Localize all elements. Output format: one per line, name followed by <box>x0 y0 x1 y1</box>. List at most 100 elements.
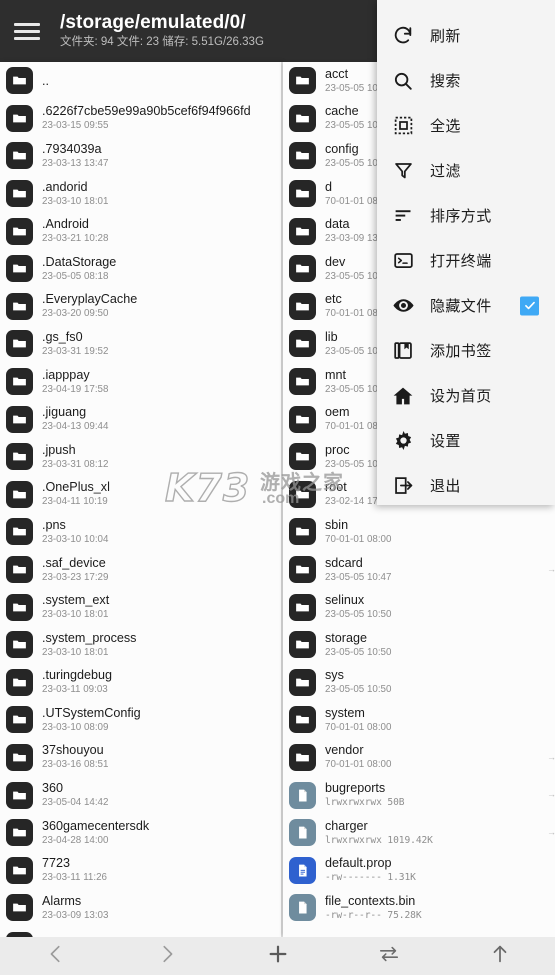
menu-item-10[interactable]: 设置 <box>377 418 555 463</box>
file-row-meta: .gs_fs0 23-03-31 19:52 <box>42 330 281 358</box>
folder-icon <box>289 593 316 621</box>
menu-item-7[interactable]: 隐藏文件 <box>377 283 555 328</box>
file-row[interactable]: bugreports lrwxrwxrwx 50B → <box>283 776 555 814</box>
folder-icon <box>6 819 33 847</box>
file-row[interactable]: .andorid 23-03-10 18:01 <box>0 175 281 213</box>
refresh-icon <box>391 24 415 48</box>
file-row[interactable]: sys 23-05-05 10:50 <box>283 664 555 702</box>
file-row[interactable]: .system_process 23-03-10 18:01 <box>0 626 281 664</box>
overflow-menu[interactable]: 刷新 搜索全选过滤 排序方式 打开终端 隐藏文件 添加书签设为首页设置 退出 <box>377 0 555 505</box>
folder-icon <box>6 217 33 245</box>
folder-icon <box>289 518 316 546</box>
menu-item-4[interactable]: 过滤 <box>377 148 555 193</box>
file-bin-icon <box>289 894 316 922</box>
file-row[interactable]: default.prop -rw------- 1.31K <box>283 851 555 889</box>
folder-icon <box>289 556 316 584</box>
folder-icon <box>6 330 33 358</box>
up-button[interactable] <box>444 937 555 975</box>
file-row[interactable]: 7723 23-03-11 11:26 <box>0 851 281 889</box>
file-modified-date: 23-03-16 08:51 <box>42 759 109 771</box>
file-row[interactable]: 360 23-05-04 14:42 <box>0 776 281 814</box>
file-modified-date: 23-05-05 08:18 <box>42 270 109 282</box>
file-row[interactable]: selinux 23-05-05 10:50 <box>283 588 555 626</box>
file-row[interactable]: .iapppay 23-04-19 17:58 <box>0 363 281 401</box>
file-row[interactable]: .Android 23-03-21 10:28 <box>0 212 281 250</box>
transfer-button[interactable] <box>333 937 444 975</box>
file-modified-date: 23-04-28 14:00 <box>42 834 109 846</box>
file-row[interactable]: charger lrwxrwxrwx 1019.42K → <box>283 814 555 852</box>
file-modified-date: 23-03-10 08:09 <box>42 721 109 733</box>
file-row-meta: default.prop -rw------- 1.31K <box>325 856 555 884</box>
file-row[interactable]: .6226f7cbe59e99a90b5cef6f94f966fd 23-03-1… <box>0 100 281 138</box>
file-row[interactable]: .EveryplayCache 23-03-20 09:50 <box>0 288 281 326</box>
menu-item-6[interactable]: 打开终端 <box>377 238 555 283</box>
file-row[interactable]: Alarms 23-03-09 13:03 <box>0 889 281 927</box>
menu-item-8[interactable]: 添加书签 <box>377 328 555 373</box>
file-row-meta: .pns 23-03-10 10:04 <box>42 518 281 546</box>
menu-item-label: 全选 <box>430 118 461 135</box>
transfer-icon <box>378 943 400 970</box>
file-row[interactable]: .saf_device 23-03-23 17:29 <box>0 551 281 589</box>
file-permissions-size: -rw------- 1.31K <box>325 872 416 884</box>
menu-item-label: 设为首页 <box>430 388 492 405</box>
folder-icon <box>6 292 33 320</box>
back-button[interactable] <box>0 937 111 975</box>
add-button[interactable] <box>222 937 333 975</box>
file-row[interactable]: .7934039a 23-03-13 13:47 <box>0 137 281 175</box>
symlink-target: → <box>547 751 555 762</box>
hamburger-icon[interactable] <box>14 20 44 42</box>
folder-icon <box>6 255 33 283</box>
menu-item-3[interactable]: 全选 <box>377 103 555 148</box>
file-row[interactable]: 37shouyou 23-03-16 08:51 <box>0 739 281 777</box>
folder-icon <box>6 480 33 508</box>
file-row[interactable]: .pns 23-03-10 10:04 <box>0 513 281 551</box>
file-row[interactable]: storage 23-05-05 10:50 <box>283 626 555 664</box>
file-row[interactable]: .UTSystemConfig 23-03-10 08:09 <box>0 701 281 739</box>
file-row[interactable]: system 70-01-01 08:00 <box>283 701 555 739</box>
file-modified-date: 23-03-11 11:26 <box>42 872 107 884</box>
file-row[interactable]: .OnePlus_xl 23-04-11 10:19 <box>0 476 281 514</box>
gear-icon <box>391 429 415 453</box>
file-row[interactable]: vendor 70-01-01 08:00 → <box>283 739 555 777</box>
folder-icon <box>289 330 316 358</box>
file-row[interactable]: .jpush 23-03-31 08:12 <box>0 438 281 476</box>
file-modified-date: 23-03-10 18:01 <box>42 609 109 621</box>
file-row-meta: .. <box>42 66 281 96</box>
menu-item-1[interactable]: 刷新 <box>377 13 555 58</box>
file-modified-date: 23-03-31 08:12 <box>42 458 109 470</box>
file-row[interactable]: sbin 70-01-01 08:00 <box>283 513 555 551</box>
file-name: bugreports <box>325 781 386 796</box>
select-all-icon <box>391 114 415 138</box>
file-row-meta: vendor 70-01-01 08:00 <box>325 743 555 771</box>
storage-summary: 文件夹: 94 文件: 23 储存: 5.51G/26.33G <box>60 36 264 48</box>
menu-item-9[interactable]: 设为首页 <box>377 373 555 418</box>
file-row[interactable]: sdcard 23-05-05 10:47 → <box>283 551 555 589</box>
file-name: file_contexts.bin <box>325 893 416 908</box>
file-row[interactable]: .turingdebug 23-03-11 09:03 <box>0 664 281 702</box>
file-name: .iapppay <box>42 367 90 382</box>
file-name: sdcard <box>325 555 363 570</box>
menu-item-11[interactable]: 退出 <box>377 463 555 508</box>
menu-item-2[interactable]: 搜索 <box>377 58 555 103</box>
forward-button[interactable] <box>111 937 222 975</box>
file-row[interactable]: .jiguang 23-04-13 09:44 <box>0 400 281 438</box>
file-row[interactable]: .DataStorage 23-05-05 08:18 <box>0 250 281 288</box>
hidden-files-checkbox[interactable] <box>520 296 539 315</box>
folder-icon <box>6 67 33 95</box>
file-row[interactable]: .system_ext 23-03-10 18:01 <box>0 588 281 626</box>
file-row[interactable] <box>0 927 281 937</box>
file-row[interactable]: .. <box>0 62 281 100</box>
folder-icon <box>289 255 316 283</box>
file-permissions-size: -rw-r--r-- 75.28K <box>325 909 422 921</box>
menu-item-5[interactable]: 排序方式 <box>377 193 555 238</box>
file-row[interactable]: 360gamecentersdk 23-04-28 14:00 <box>0 814 281 852</box>
folder-icon <box>6 894 33 922</box>
file-row[interactable]: .gs_fs0 23-03-31 19:52 <box>0 325 281 363</box>
folder-icon <box>289 668 316 696</box>
file-list-left[interactable]: .. .6226f7cbe59e99a90b5cef6f94f966fd 23-03… <box>0 62 281 937</box>
eye-icon <box>391 294 415 318</box>
folder-icon <box>289 743 316 771</box>
file-row-meta: .saf_device 23-03-23 17:29 <box>42 556 281 584</box>
file-row[interactable]: file_contexts.bin -rw-r--r-- 75.28K <box>283 889 555 927</box>
file-modified-date: 23-03-11 09:03 <box>42 684 108 696</box>
